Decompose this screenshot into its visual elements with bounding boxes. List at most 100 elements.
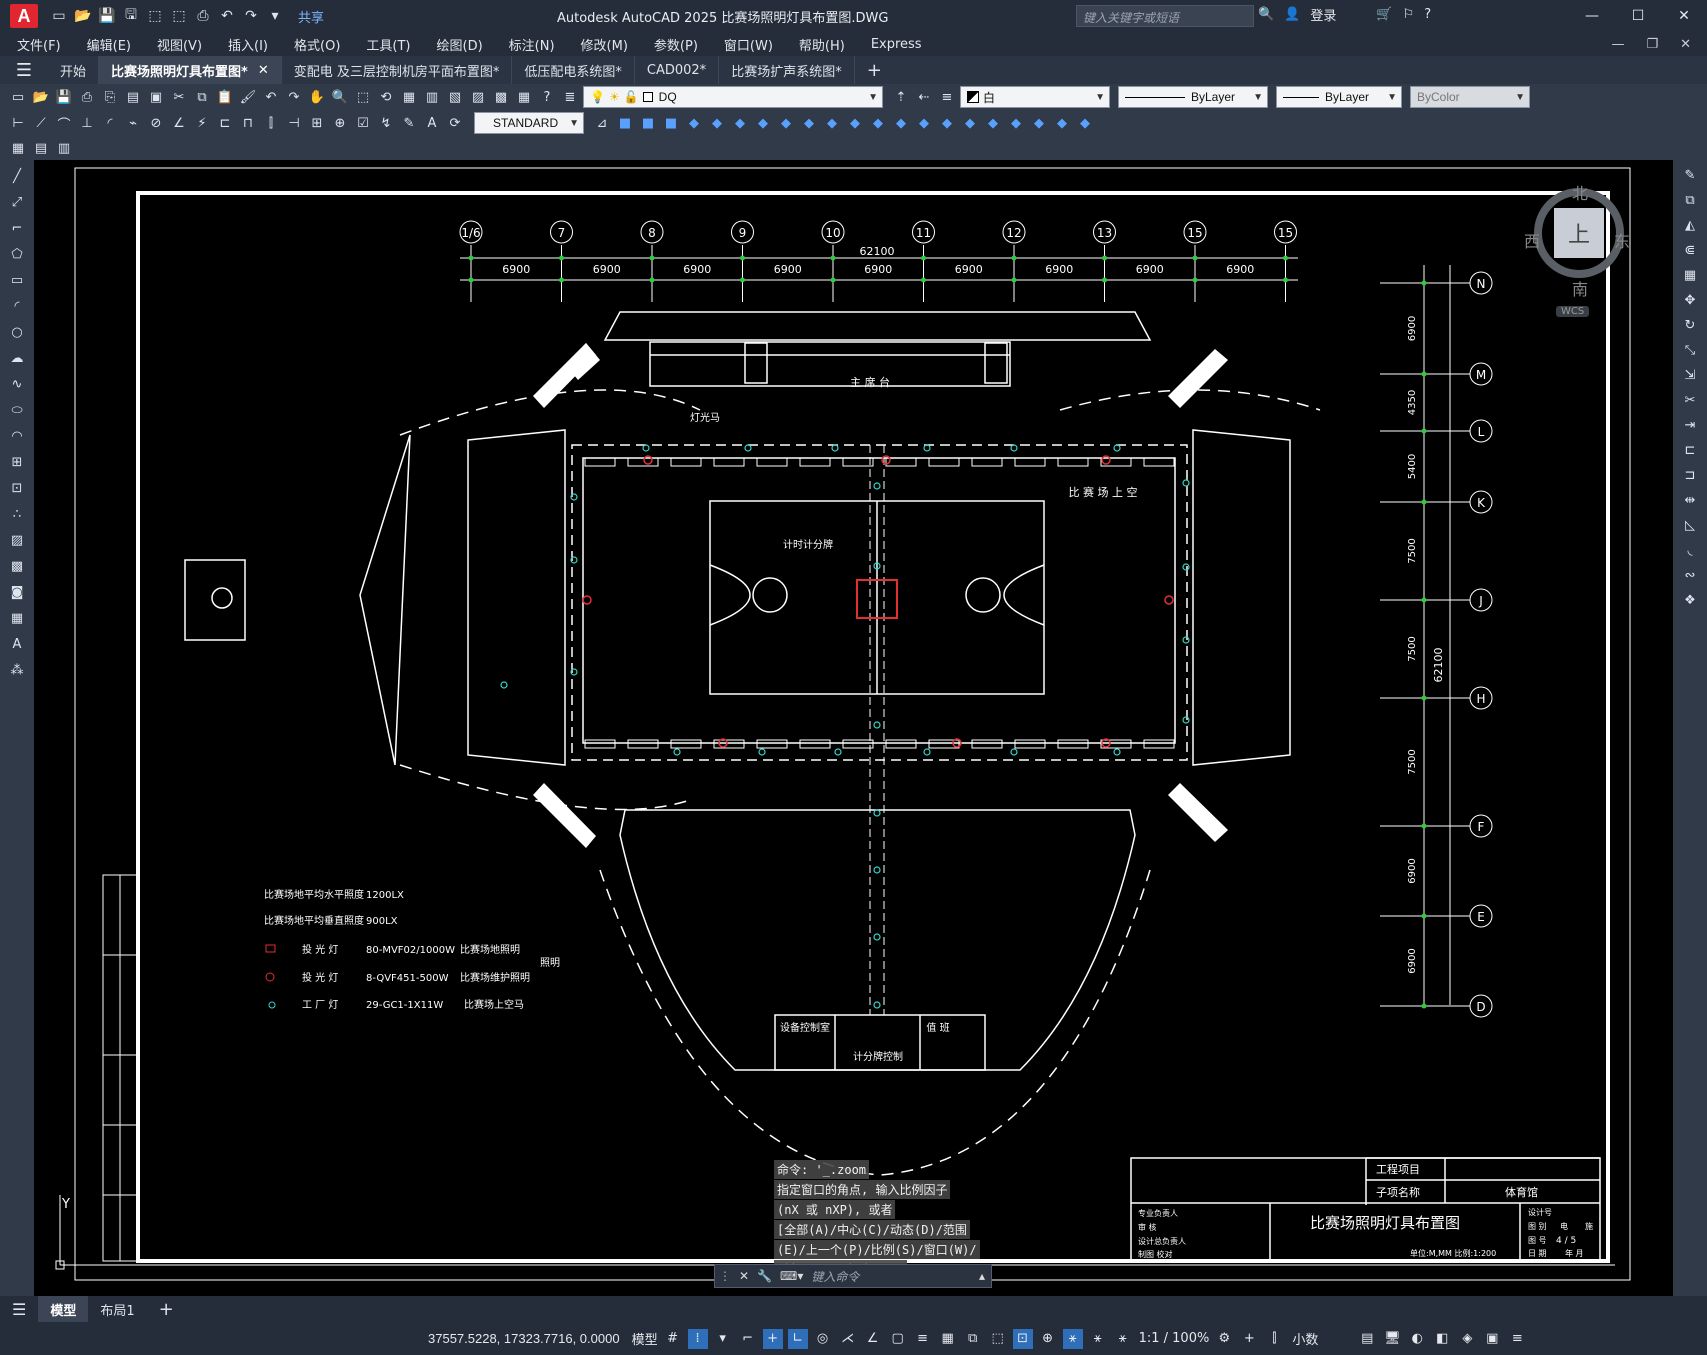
new-layout-icon[interactable]: ▦ (8, 138, 28, 158)
menu-view[interactable]: 视图(V) (157, 35, 202, 54)
customization-icon[interactable]: ≡ (1507, 1329, 1527, 1349)
infer-icon[interactable]: ⌐ (738, 1329, 758, 1349)
viewcube[interactable]: 上 北 南 东 西 WCS (1524, 178, 1634, 318)
dim-update-icon[interactable]: ⟳ (445, 113, 465, 133)
polyline-icon[interactable]: ⌐ (7, 218, 27, 238)
rotate-icon[interactable]: ↻ (1680, 315, 1700, 335)
quick-dim-icon[interactable]: ⚡ (192, 113, 212, 133)
layer-dropdown[interactable]: 💡 ☀ 🔓 DQ ▼ (583, 86, 883, 108)
lineweight-dropdown[interactable]: ByLayer ▼ (1276, 86, 1402, 108)
extrude-icon[interactable]: ◆ (684, 113, 704, 133)
dimstyle-dropdown[interactable]: STANDARD ▼ (474, 112, 584, 134)
doc-close-icon[interactable]: ✕ (1680, 37, 1691, 52)
autocad-logo[interactable]: A (10, 4, 38, 28)
linetype-dropdown[interactable]: ByLayer ▼ (1118, 86, 1268, 108)
sweep-icon[interactable]: ◆ (730, 113, 750, 133)
spline-icon[interactable]: ∿ (7, 374, 27, 394)
stretch-icon[interactable]: ⇲ (1680, 365, 1700, 385)
make-current-icon[interactable]: ⇡ (891, 87, 911, 107)
save-icon[interactable]: 💾 (98, 7, 116, 25)
box-icon[interactable]: ■ (615, 113, 635, 133)
separate-icon[interactable]: ◆ (983, 113, 1003, 133)
offset-icon[interactable]: ⋐ (1680, 240, 1700, 260)
wcs-button[interactable]: WCS (1556, 306, 1590, 317)
cut-icon[interactable]: ✂ (169, 87, 189, 107)
polygon-icon[interactable]: ⬠ (7, 244, 27, 264)
move-icon[interactable]: ✥ (1680, 290, 1700, 310)
shell-icon[interactable]: ◆ (960, 113, 980, 133)
pan-icon[interactable]: ✋ (307, 87, 327, 107)
coordinate-readout[interactable]: 37557.5228, 17323.7716, 0.0000 (428, 1331, 620, 1346)
layer-properties-icon[interactable]: ≣ (560, 87, 580, 107)
menu-parametric[interactable]: 参数(P) (654, 35, 698, 54)
dimtedit-icon[interactable]: A (422, 113, 442, 133)
diameter-icon[interactable]: ⊘ (146, 113, 166, 133)
workspace-gear-icon[interactable]: ⚙ (1214, 1329, 1234, 1349)
imprint-icon[interactable]: ◆ (1052, 113, 1072, 133)
annotation-scale-icon[interactable]: ⚹ (1113, 1329, 1133, 1349)
construction-line-icon[interactable]: ⤢ (7, 192, 27, 212)
customize-icon[interactable]: 🔧 (757, 1269, 772, 1283)
scale-icon[interactable]: ⤡ (1680, 340, 1700, 360)
copy-object-icon[interactable]: ⧉ (1680, 190, 1700, 210)
annotation-visibility-icon[interactable]: ⚹ (1062, 1328, 1083, 1349)
graphics-icon[interactable]: ◧ (1432, 1329, 1452, 1349)
plot-icon[interactable]: ⎙ (77, 87, 97, 107)
viewcube-west[interactable]: 西 (1524, 228, 1540, 252)
subtract-icon[interactable]: ◆ (776, 113, 796, 133)
cart-icon[interactable]: 🛒 (1376, 7, 1392, 22)
extend-icon[interactable]: ⇥ (1680, 415, 1700, 435)
union-icon[interactable]: ◆ (753, 113, 773, 133)
arc-length-icon[interactable]: ⌒ (54, 113, 74, 133)
rectangle-icon[interactable]: ▭ (7, 270, 27, 290)
circle-icon[interactable]: ○ (7, 322, 27, 342)
baseline-icon[interactable]: ⊏ (215, 113, 235, 133)
login-button[interactable]: 登录 (1310, 5, 1336, 24)
viewcube-east[interactable]: 东 (1614, 228, 1630, 252)
tab-substation[interactable]: 变配电 及三层控制机房平面布置图* (282, 56, 513, 84)
menu-format[interactable]: 格式(O) (294, 35, 340, 54)
quick-properties-icon[interactable]: ▤ (1357, 1329, 1377, 1349)
units-icon[interactable]: ⫿ (1264, 1329, 1284, 1349)
add-icon[interactable]: + (1239, 1329, 1259, 1349)
tab-layout1[interactable]: 布局1 (88, 1300, 146, 1319)
annotation-scale[interactable]: 1:1 / 100% (1139, 1331, 1210, 1346)
tab-cad002[interactable]: CAD002* (635, 56, 720, 84)
trim-icon[interactable]: ✂ (1680, 390, 1700, 410)
add-selected-icon[interactable]: ⁂ (7, 660, 27, 680)
clean-screen-icon[interactable]: ▣ (1482, 1329, 1502, 1349)
maximize-icon[interactable]: ☐ (1615, 0, 1661, 32)
tab-start[interactable]: 开始 (48, 56, 100, 84)
mtext-icon[interactable]: A (7, 634, 27, 654)
join-icon[interactable]: ⇹ (1680, 490, 1700, 510)
layer-previous-icon[interactable]: ⇠ (914, 87, 934, 107)
3d-osnap-icon[interactable]: ⬚ (988, 1329, 1008, 1349)
table-icon[interactable]: ▦ (7, 608, 27, 628)
break-icon[interactable]: ⊣ (284, 113, 304, 133)
menu-edit[interactable]: 编辑(E) (87, 35, 131, 54)
new-tab-button[interactable]: + (855, 56, 894, 84)
break-icon[interactable]: ⊐ (1680, 465, 1700, 485)
redo-icon[interactable]: ↷ (284, 87, 304, 107)
tab-lighting-layout[interactable]: 比赛场照明灯具布置图* ✕ (99, 56, 282, 84)
autodesk-apps-icon[interactable]: ⚐ (1403, 7, 1415, 22)
lineweight-icon[interactable]: ≡ (913, 1329, 933, 1349)
web-open-icon[interactable]: ⬚ (146, 7, 164, 25)
close-icon[interactable]: ✕ (1661, 0, 1707, 32)
new-icon[interactable]: ▭ (8, 87, 28, 107)
plot-preview-icon[interactable]: ⎘ (100, 87, 120, 107)
zoom-previous-icon[interactable]: ⟲ (376, 87, 396, 107)
fillet-edge-icon[interactable]: ◆ (914, 113, 934, 133)
help-icon[interactable]: ? (1424, 7, 1431, 22)
dynamic-input-icon[interactable]: + (762, 1328, 783, 1349)
make-block-icon[interactable]: ⊡ (7, 478, 27, 498)
save-as-icon[interactable]: 🖫 (122, 7, 140, 25)
layer-state-icon[interactable]: ≡ (937, 87, 957, 107)
isodraft-icon[interactable]: ⋌ (838, 1329, 858, 1349)
region-icon[interactable]: ◙ (7, 582, 27, 602)
jogged-icon[interactable]: ⌁ (123, 113, 143, 133)
search-icon[interactable]: 🔍 (1258, 7, 1274, 22)
add-layout-button[interactable]: + (147, 1299, 186, 1320)
command-input[interactable]: 键入命令 (811, 1268, 859, 1285)
customize-dropdown-icon[interactable]: ▾ (266, 7, 284, 25)
